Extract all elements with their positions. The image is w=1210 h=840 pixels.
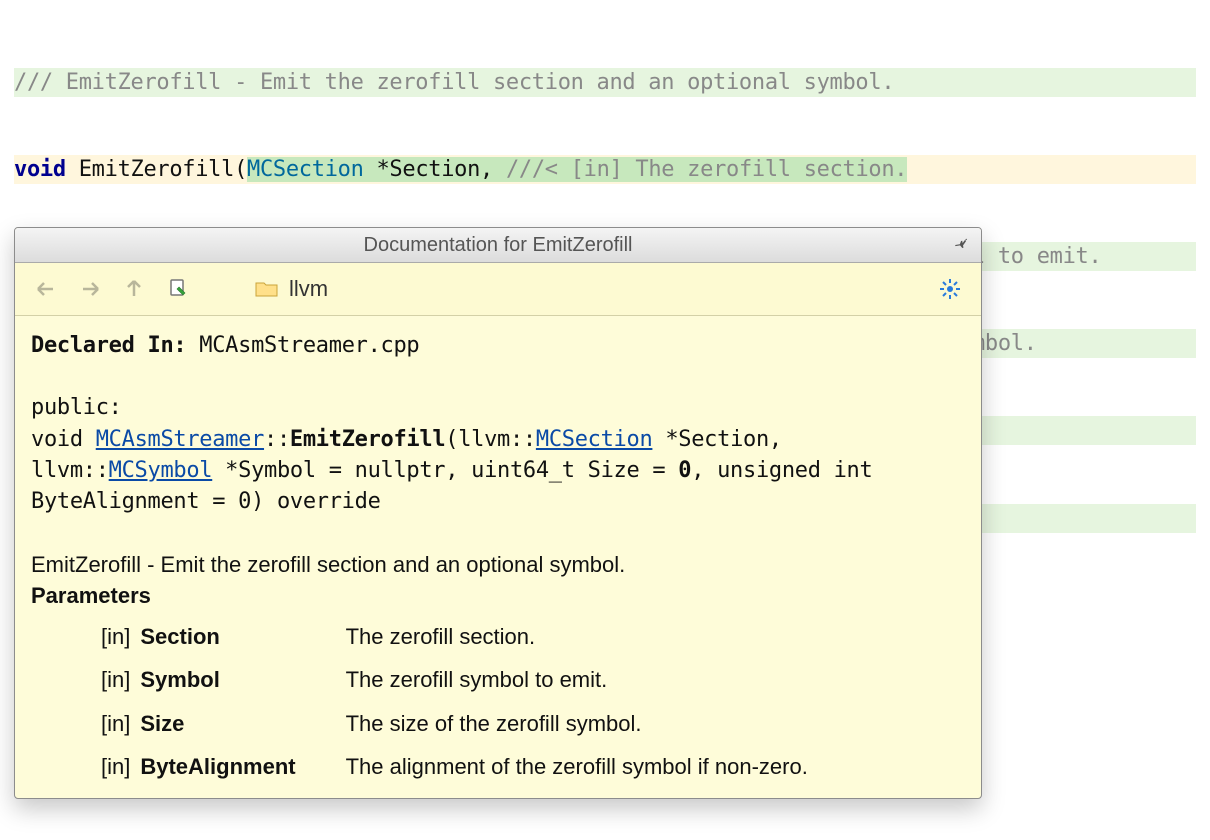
t: (llvm:: <box>445 427 536 452</box>
breadcrumb[interactable]: llvm <box>255 276 328 302</box>
param-name: ByteAlignment <box>140 745 345 788</box>
comment: ///< [in] The zerofill section. <box>506 157 907 182</box>
param-name: Section <box>140 615 345 658</box>
parameters-table: [in]SectionThe zerofill section. [in]Sym… <box>31 615 965 788</box>
pin-icon[interactable] <box>951 234 971 254</box>
link-type[interactable]: MCSymbol <box>109 458 213 483</box>
folder-icon <box>255 280 279 298</box>
sig-line: ByteAlignment = 0) override <box>31 486 965 517</box>
t: :: <box>264 427 290 452</box>
forward-icon[interactable] <box>77 276 103 302</box>
t: , unsigned int <box>691 458 872 483</box>
popup-titlebar: Documentation for EmitZerofill <box>15 228 981 263</box>
declared-in-label: Declared In: <box>31 333 186 358</box>
param-desc: The size of the zerofill symbol. <box>346 702 818 745</box>
link-type[interactable]: MCSection <box>536 427 653 452</box>
param-row: [in]SizeThe size of the zerofill symbol. <box>31 702 818 745</box>
t: *Symbol = nullptr, uint64_t Size = <box>212 458 678 483</box>
param-desc: The alignment of the zerofill symbol if … <box>346 745 818 788</box>
param-row: [in]ByteAlignmentThe alignment of the ze… <box>31 745 818 788</box>
param-name: Size <box>140 702 345 745</box>
param-dir: [in] <box>31 658 140 701</box>
popup-body[interactable]: Declared In: MCAsmStreamer.cpp public: v… <box>15 316 981 798</box>
t: *Section, <box>652 427 781 452</box>
popup-toolbar: llvm <box>15 263 981 316</box>
t: void <box>31 427 96 452</box>
popup-title-text: Documentation for EmitZerofill <box>364 234 633 257</box>
func-name: EmitZerofill <box>79 157 234 182</box>
back-icon[interactable] <box>33 276 59 302</box>
param-row: [in]SymbolThe zerofill symbol to emit. <box>31 658 818 701</box>
param-name: Symbol <box>140 658 345 701</box>
edit-icon[interactable] <box>165 276 191 302</box>
up-icon[interactable] <box>121 276 147 302</box>
gear-icon[interactable] <box>937 276 963 302</box>
param-dir: [in] <box>31 745 140 788</box>
breadcrumb-label: llvm <box>289 276 328 302</box>
num: 0 <box>678 458 691 483</box>
t: *Section, <box>364 157 506 182</box>
parameters-label: Parameters <box>31 580 965 611</box>
declared-in-value: MCAsmStreamer.cpp <box>199 333 419 358</box>
documentation-popup: Documentation for EmitZerofill llvm Decl… <box>14 227 982 799</box>
description: EmitZerofill - Emit the zerofill section… <box>31 549 965 580</box>
param-dir: [in] <box>31 615 140 658</box>
access-spec: public: <box>31 392 965 423</box>
param-desc: The zerofill section. <box>346 615 818 658</box>
func-name: EmitZerofill <box>290 427 445 452</box>
t: llvm:: <box>31 458 109 483</box>
kw-void: void <box>14 157 66 182</box>
comment: /// EmitZerofill - Emit the zerofill sec… <box>14 70 894 95</box>
param-row: [in]SectionThe zerofill section. <box>31 615 818 658</box>
param-desc: The zerofill symbol to emit. <box>346 658 818 701</box>
type: MCSection <box>247 157 364 182</box>
param-dir: [in] <box>31 702 140 745</box>
link-class[interactable]: MCAsmStreamer <box>96 427 264 452</box>
